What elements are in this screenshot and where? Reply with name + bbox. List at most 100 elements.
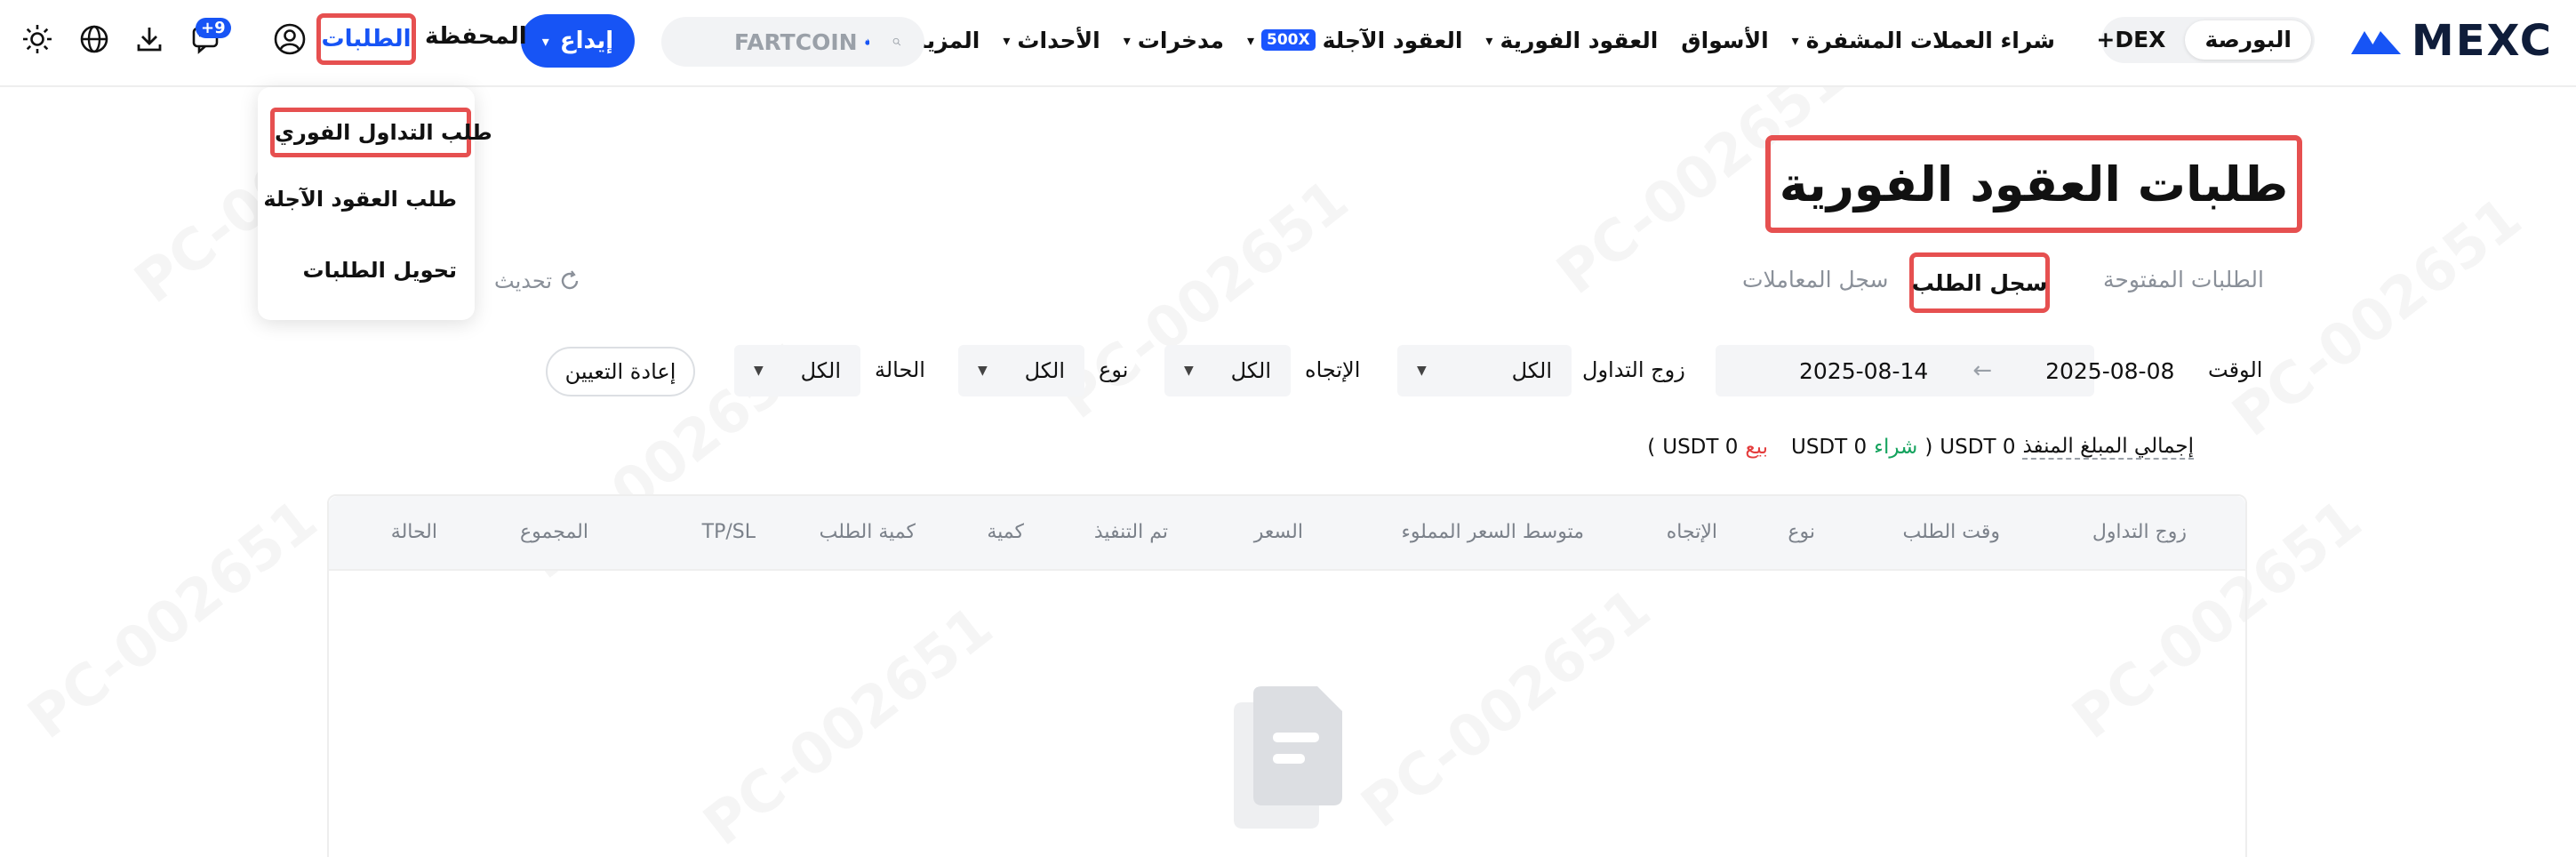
date-from-field[interactable]: 2025-08-08: [2045, 358, 2174, 384]
tab-label: سجل الطلب: [1911, 269, 2048, 296]
refresh-icon: [561, 270, 579, 290]
search-placeholder: FARTCOIN: [734, 28, 858, 55]
watermark: PC-002651: [16, 487, 329, 752]
empty-state-document-icon: [1234, 686, 1342, 829]
caret-down-icon: ▾: [1123, 31, 1131, 49]
sell-label: بيع: [1745, 436, 1768, 459]
total-executed-summary: إجمالي المبلغ المنفذ 0 USDT ( شراء 0 USD…: [1647, 432, 2194, 462]
nav-label: الأسواق: [1681, 27, 1769, 53]
caret-down-icon: ▼: [754, 364, 764, 378]
caret-down-icon: ▾: [1003, 31, 1011, 49]
date-to-field[interactable]: 2025-08-14: [1799, 358, 1928, 384]
col-type: نوع: [1788, 521, 1815, 543]
status-label: الحالة: [875, 357, 925, 382]
caret-down-icon: ▾: [1791, 31, 1799, 49]
pair-select[interactable]: الكل ▼: [1397, 345, 1572, 396]
type-select[interactable]: الكل ▼: [958, 345, 1084, 396]
caret-down-icon: ▾: [541, 32, 549, 50]
exchange-dex-switch[interactable]: البورصة DEX+: [2096, 17, 2315, 63]
menu-item-convert-orders[interactable]: تحويل الطلبات: [303, 258, 457, 283]
deposit-button[interactable]: إيداع ▾: [521, 14, 635, 68]
col-trading-pair: زوج التداول: [2092, 521, 2187, 543]
main-nav: شراء العملات المشفرة ▾ الأسواق العقود الف…: [900, 20, 2055, 60]
tab-trade-history[interactable]: سجل المعاملات: [1742, 267, 1889, 292]
reset-label: إعادة التعيين: [564, 359, 676, 384]
col-order-time: وقت الطلب: [1902, 521, 2000, 543]
nav-events[interactable]: الأحداث ▾: [1003, 28, 1100, 53]
nav-label: الأحداث: [1017, 27, 1100, 53]
buy-amount: 0 USDT: [1790, 436, 1868, 459]
col-filled: تم التنفيذ: [1093, 521, 1168, 543]
top-navbar: MEXC البورصة DEX+ شراء العملات المشفرة ▾ …: [0, 0, 2576, 87]
caret-down-icon: ▾: [1485, 31, 1493, 49]
date-range-picker[interactable]: 2025-08-14 ← 2025-08-08: [1716, 345, 2174, 396]
refresh-button[interactable]: تحديث: [494, 268, 580, 293]
nav-futures[interactable]: العقود الآجلة 500X ▾: [1247, 28, 1462, 53]
caret-down-icon: ▼: [978, 364, 988, 378]
orders-label: الطلبات: [321, 26, 412, 52]
total-label: إجمالي المبلغ المنفذ: [2022, 435, 2194, 460]
type-value: الكل: [1024, 358, 1065, 383]
col-price: السعر: [1253, 521, 1303, 543]
leverage-badge: 500X: [1260, 29, 1316, 51]
refresh-label: تحديث: [494, 268, 553, 293]
nav-spot[interactable]: العقود الفورية ▾: [1485, 28, 1658, 53]
nav-markets[interactable]: الأسواق: [1681, 28, 1768, 53]
logo-text: MEXC: [2411, 16, 2553, 66]
nav-label: شراء العملات المشفرة: [1805, 27, 2055, 53]
menu-item-label: طلب التداول الفوري: [275, 120, 492, 145]
nav-buy-crypto[interactable]: شراء العملات المشفرة ▾: [1792, 28, 2055, 53]
segment-dex[interactable]: DEX+: [2076, 20, 2185, 60]
type-label: نوع: [1099, 357, 1129, 382]
col-avg-filled-price: متوسط السعر المملوء: [1401, 521, 1584, 543]
time-label: الوقت: [2208, 357, 2263, 382]
nav-earn[interactable]: مدخرات ▾: [1124, 28, 1224, 53]
col-status: الحالة: [390, 521, 437, 543]
menu-item-spot-orders[interactable]: طلب التداول الفوري: [270, 108, 492, 157]
table-header: زوج التداول وقت الطلب نوع الإتجاه متوسط …: [329, 496, 2245, 571]
col-order-quantity: كمية الطلب: [819, 521, 916, 543]
portfolio-link[interactable]: المحفظة: [425, 23, 527, 50]
nav-label: العقود الفورية: [1500, 27, 1659, 53]
buy-label: شراء: [1874, 436, 1918, 459]
page-title-box: طلبات العقود الفورية: [1765, 135, 2302, 233]
theme-sun-icon[interactable]: [20, 21, 55, 57]
caret-down-icon: ▼: [1417, 364, 1427, 378]
download-icon[interactable]: [132, 21, 167, 57]
sell-amount: 0 USDT: [1662, 436, 1739, 459]
nav-label: العقود الآجلة: [1322, 27, 1463, 53]
pair-value: الكل: [1511, 358, 1552, 383]
tab-open-orders[interactable]: الطلبات المفتوحة: [2103, 267, 2264, 292]
language-globe-icon[interactable]: [76, 21, 112, 57]
total-amount: 0 USDT: [1940, 436, 2016, 459]
mexc-logo-icon: [2350, 31, 2401, 54]
orders-link[interactable]: الطلبات: [316, 13, 416, 65]
status-select[interactable]: الكل ▼: [734, 345, 860, 396]
tab-order-history[interactable]: سجل الطلب: [1909, 252, 2050, 313]
open-paren: (: [1924, 436, 1933, 459]
direction-value: الكل: [1230, 358, 1271, 383]
fire-icon: [864, 38, 870, 45]
caret-down-icon: ▼: [1184, 364, 1194, 378]
page-title: طلبات العقود الفورية: [1779, 156, 2289, 212]
segment-exchange[interactable]: البورصة: [2185, 20, 2311, 60]
direction-select[interactable]: الكل ▼: [1164, 345, 1291, 396]
col-quantity: كمية: [987, 521, 1024, 543]
direction-label: الإتجاه: [1305, 357, 1361, 382]
search-icon: [893, 37, 901, 46]
col-tp-sl: TP/SL: [701, 521, 756, 543]
notification-count-badge: +9: [196, 18, 231, 38]
arrow-left-icon: ←: [1972, 357, 1993, 384]
deposit-label: إيداع: [559, 28, 614, 54]
user-account-icon[interactable]: [272, 21, 308, 57]
search-input[interactable]: FARTCOIN: [661, 17, 924, 67]
mexc-logo[interactable]: MEXC: [2349, 16, 2553, 66]
menu-item-futures-orders[interactable]: طلب العقود الآجلة: [263, 187, 457, 212]
caret-down-icon: ▾: [1246, 31, 1254, 49]
reset-button[interactable]: إعادة التعيين: [546, 347, 695, 396]
col-direction: الإتجاه: [1666, 521, 1717, 543]
pair-label: زوج التداول: [1582, 357, 1685, 382]
orders-dropdown-menu: طلب التداول الفوري طلب العقود الآجلة تحو…: [258, 87, 492, 320]
nav-label: مدخرات: [1137, 27, 1224, 53]
close-paren: ): [1647, 436, 1656, 459]
